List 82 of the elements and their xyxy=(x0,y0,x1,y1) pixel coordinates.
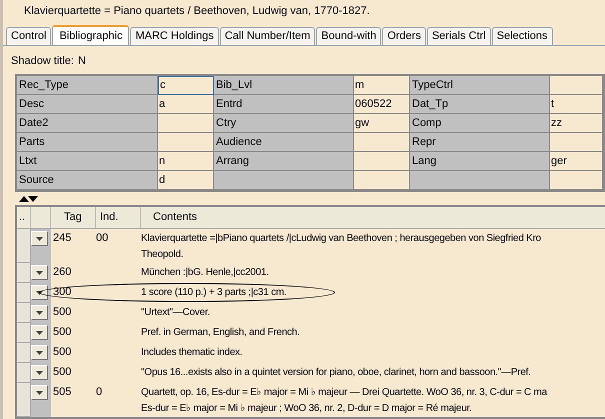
row-handle[interactable] xyxy=(17,383,31,417)
row-dropdown-button[interactable] xyxy=(31,285,48,300)
contents-cell-text: "Urtext"—Cover. xyxy=(141,306,211,320)
row-dropdown-button[interactable] xyxy=(31,385,48,400)
caret-icon xyxy=(36,330,43,334)
field-label: Arrang xyxy=(214,152,354,171)
contents-cell-text: Quartett, op. 16, Es-dur = E♭ major = Mi ♭ majeur — Drei Quartette. WoO 36, nr. 3, C-dur = C ma xyxy=(141,386,548,400)
tab[interactable]: MARC Holdings xyxy=(130,27,219,45)
caret-icon xyxy=(36,390,43,394)
tab[interactable]: Bound-with xyxy=(316,27,382,45)
tag-cell-text: 300 xyxy=(52,285,72,300)
field-label: Entrd xyxy=(214,95,354,114)
contents-cell-text: "Opus 16...exists also in a quintet version for piano, oboe, clarinet, horn and bassoon."—Pref. xyxy=(141,366,532,380)
row-dropdown-button[interactable] xyxy=(31,265,48,280)
field-label: Ctry xyxy=(214,114,354,133)
row-dropdown-button[interactable] xyxy=(31,305,48,320)
field-label: TypeCtrl xyxy=(410,76,550,95)
contents-cell-text: Es-dur = E♭ major = Mi ♭ majeur ; WoO 36, nr. 2, D-dur = D major = Ré majeur. xyxy=(141,402,473,416)
field-label: Parts xyxy=(17,133,158,152)
row-handle[interactable] xyxy=(17,363,31,383)
caret-icon xyxy=(36,270,43,274)
row-dropdown-button[interactable] xyxy=(31,231,48,246)
contents-cell-text: Klavierquartette =|bPiano quartets /|cLudwig van Beethoven ; herausgegeben von Siegfried Kro xyxy=(141,232,542,246)
tab[interactable]: Call Number/Item xyxy=(220,27,316,45)
indicator-cell: 0 xyxy=(96,386,102,398)
contents-cell-text: 1 score (110 p.) + 3 parts ;|c31 cm. xyxy=(141,286,288,300)
row-handle[interactable] xyxy=(17,323,31,343)
tab[interactable]: Bibliographic xyxy=(52,25,130,45)
row-dropdown-button[interactable] xyxy=(31,345,48,360)
row-handle[interactable] xyxy=(17,229,31,263)
indicator-cell: 00 xyxy=(96,232,108,244)
field-value[interactable]: c xyxy=(158,76,214,95)
field-value[interactable]: zz xyxy=(550,114,603,133)
caret-icon xyxy=(36,236,43,240)
contents-cell-text: Includes thematic index. xyxy=(141,346,244,360)
field-label: Ltxt xyxy=(17,152,158,171)
contents-cell-text: Pref. in German, English, and French. xyxy=(141,326,301,340)
field-value[interactable] xyxy=(550,76,603,95)
tag-cell-text: 245 xyxy=(52,231,72,246)
field-label: Audience xyxy=(214,133,354,152)
shadow-title-value: N xyxy=(78,54,86,69)
field-label: Rec_Type xyxy=(17,76,158,95)
column-header[interactable]: .. xyxy=(17,207,31,228)
field-value[interactable]: ger xyxy=(550,152,603,171)
field-label: Source xyxy=(17,171,158,190)
contents-cell-text: München :|bG. Henle,|cc2001. xyxy=(141,266,270,280)
column-header[interactable]: Tag xyxy=(51,207,96,228)
field-label: Dat_Tp xyxy=(410,95,550,114)
shadow-title-label: Shadow title: xyxy=(11,54,74,69)
row-handle[interactable] xyxy=(17,263,31,283)
caret-icon xyxy=(36,370,43,374)
tab[interactable]: Control xyxy=(6,27,52,45)
tag-cell-text: 260 xyxy=(52,265,72,280)
record-title: Klavierquartette = Piano quartets / Beethoven, Ludwig van, 1770-1827. xyxy=(23,4,371,19)
field-label: Desc xyxy=(17,95,158,114)
sort-arrows-icon[interactable] xyxy=(19,195,38,202)
field-value[interactable]: t xyxy=(550,95,603,114)
field-label: Comp xyxy=(410,114,550,133)
tag-cell-text: 500 xyxy=(52,365,72,380)
tag-cell-text: 505 xyxy=(52,385,72,400)
caret-icon xyxy=(36,290,43,294)
field-label: Lang xyxy=(410,152,550,171)
tab[interactable]: Selections xyxy=(492,27,553,45)
tag-cell-text: 500 xyxy=(52,305,72,320)
row-dropdown-button[interactable] xyxy=(31,325,48,340)
field-label: Repr xyxy=(410,133,550,152)
field-label: Date2 xyxy=(17,114,158,133)
caret-icon xyxy=(36,310,43,314)
tag-cell-text: 500 xyxy=(52,345,72,360)
contents-cell-text: Theopold. xyxy=(141,248,184,262)
tab[interactable]: Orders xyxy=(382,27,426,45)
column-header[interactable]: Ind. xyxy=(96,207,141,228)
column-header[interactable]: Contents xyxy=(141,207,605,228)
field-value[interactable] xyxy=(550,133,603,152)
field-label: Bib_Lvl xyxy=(214,76,354,95)
tag-cell-text: 500 xyxy=(52,325,72,340)
row-handle[interactable] xyxy=(17,303,31,323)
tab[interactable]: Serials Ctrl xyxy=(426,27,491,45)
row-handle[interactable] xyxy=(17,343,31,363)
row-handle[interactable] xyxy=(17,283,31,303)
caret-icon xyxy=(36,350,43,354)
row-dropdown-button[interactable] xyxy=(31,365,48,380)
